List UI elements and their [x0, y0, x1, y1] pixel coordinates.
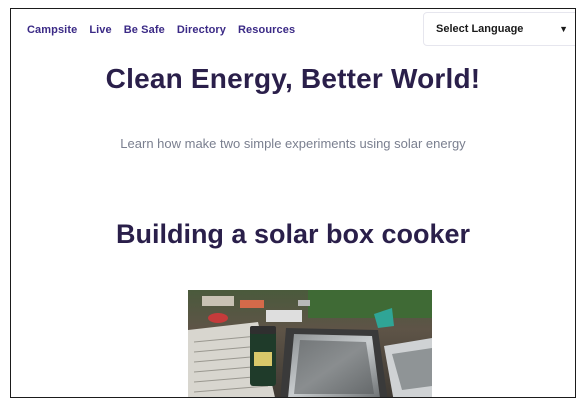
page-frame: Campsite Live Be Safe Directory Resource… [10, 8, 576, 398]
nav-link-directory[interactable]: Directory [177, 24, 226, 36]
page-title: Clean Energy, Better World! [105, 63, 481, 94]
solar-box-cooker-photo [188, 290, 432, 397]
nav-link-campsite[interactable]: Campsite [27, 24, 77, 36]
section-heading: Building a solar box cooker [115, 219, 471, 249]
nav-link-be-safe[interactable]: Be Safe [124, 24, 165, 36]
nav-link-live[interactable]: Live [89, 24, 111, 36]
top-nav: Campsite Live Be Safe Directory Resource… [27, 23, 295, 37]
nav-link-resources[interactable]: Resources [238, 24, 295, 36]
language-select-label: Select Language [436, 23, 524, 35]
language-select[interactable]: Select Language ▼ [423, 12, 575, 46]
page-subtitle: Learn how make two simple experiments us… [120, 136, 466, 151]
caret-down-icon: ▼ [559, 24, 568, 34]
